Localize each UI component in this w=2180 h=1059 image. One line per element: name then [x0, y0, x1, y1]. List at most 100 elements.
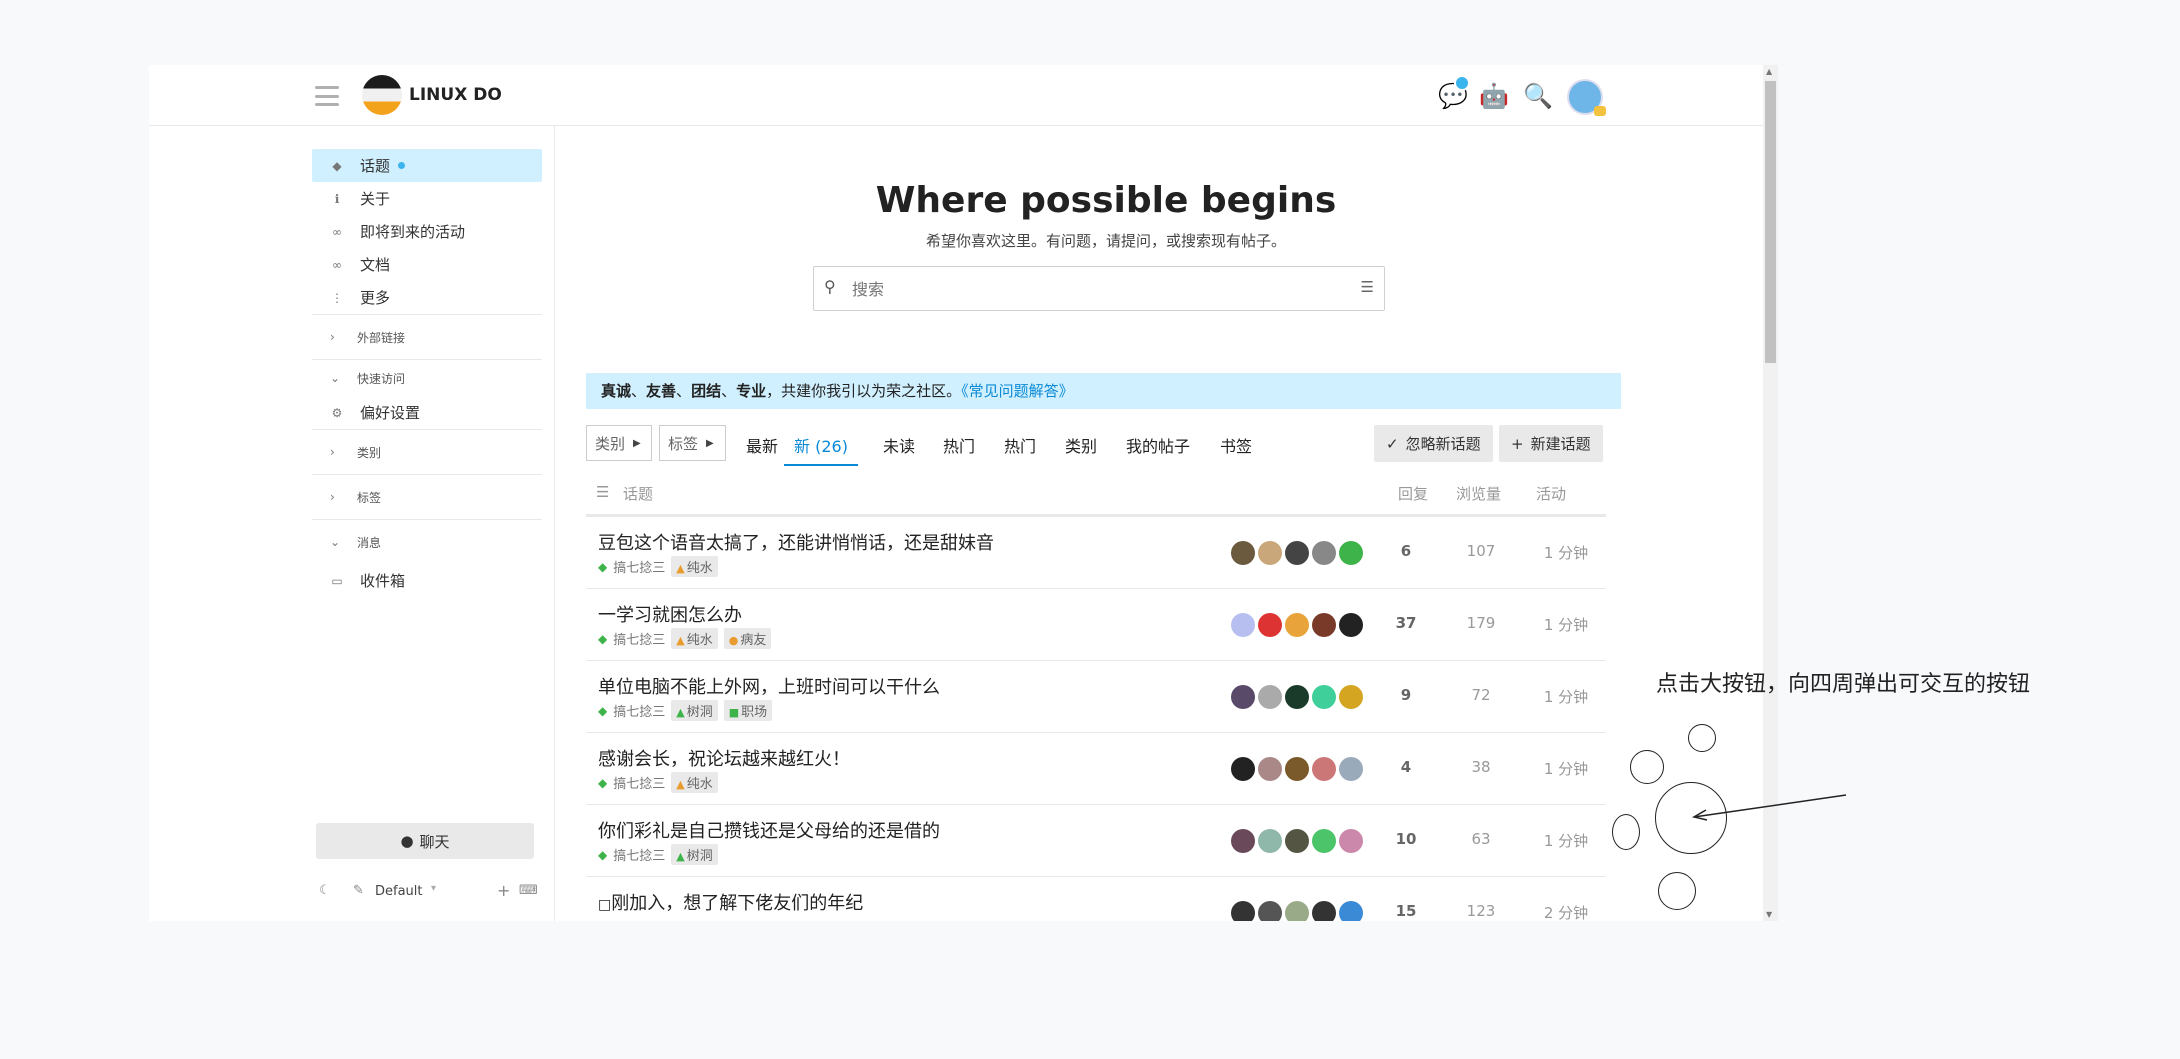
table-row[interactable]: 一学习就困怎么办 ◆ 搞七捻三 ▲ 纯水 ● 病友 37 179 1 分钟 — [586, 589, 1606, 661]
avatar[interactable] — [1258, 541, 1282, 565]
header-replies[interactable]: 回复 — [1398, 483, 1428, 504]
avatar[interactable] — [1312, 541, 1336, 565]
tab-my-posts[interactable]: 我的帖子 — [1126, 433, 1190, 457]
topic-tag[interactable]: ▲ 纯水 — [671, 772, 718, 793]
dismiss-new-button[interactable]: ✓ 忽略新话题 — [1374, 425, 1493, 462]
faq-link[interactable]: 《常见问题解答》 — [961, 382, 1074, 400]
scroll-up-arrow-icon[interactable]: ▲ — [1766, 67, 1772, 76]
user-avatar[interactable] — [1567, 79, 1606, 116]
avatar[interactable] — [1258, 901, 1282, 921]
topic-category[interactable]: 搞七捻三 — [613, 557, 665, 576]
topic-tag[interactable]: ▲ 纯水 — [671, 628, 718, 649]
topic-title[interactable]: 你们彩礼是自己攒钱还是父母给的还是借的 — [598, 817, 940, 843]
avatar[interactable] — [1231, 901, 1255, 921]
topic-title[interactable]: □刚加入，想了解下佬友们的年纪 — [598, 889, 863, 915]
avatar[interactable] — [1285, 901, 1309, 921]
avatar[interactable] — [1258, 757, 1282, 781]
topic-category[interactable]: 搞七捻三 — [613, 845, 665, 864]
tab-unread[interactable]: 未读 — [883, 433, 915, 457]
tab-categories[interactable]: 类别 — [1065, 433, 1097, 457]
sidebar-section-external[interactable]: › 外部链接 — [312, 314, 542, 359]
topic-activity[interactable]: 2 分钟 — [1516, 902, 1616, 921]
topic-activity[interactable]: 1 分钟 — [1516, 686, 1616, 707]
avatar[interactable] — [1312, 901, 1336, 921]
checkbox-icon[interactable]: □ — [598, 897, 611, 913]
plus-icon[interactable]: + — [497, 881, 510, 900]
new-topic-button[interactable]: + 新建话题 — [1499, 425, 1603, 462]
chat-button[interactable]: ● 聊天 — [316, 823, 534, 859]
moon-icon[interactable]: ☾ — [319, 883, 331, 898]
topic-title[interactable]: 感谢会长，祝论坛越来越红火！ — [598, 745, 850, 771]
tab-top[interactable]: 热门 — [1004, 433, 1036, 457]
avatar[interactable] — [1258, 829, 1282, 853]
table-row[interactable]: 你们彩礼是自己攒钱还是父母给的还是借的 ◆ 搞七捻三 ▲ 树洞 10 63 1 分钟 — [586, 805, 1606, 877]
tab-latest[interactable]: 最新 — [746, 433, 778, 457]
avatar[interactable] — [1285, 685, 1309, 709]
avatar[interactable] — [1285, 829, 1309, 853]
scrollbar-thumb[interactable] — [1765, 81, 1776, 363]
chat-bubble-icon[interactable]: 💬 — [1438, 75, 1470, 111]
topic-activity[interactable]: 1 分钟 — [1516, 542, 1616, 563]
header-activity[interactable]: 活动 — [1536, 483, 1566, 504]
tab-hot[interactable]: 热门 — [943, 433, 975, 457]
sidebar-section-quick[interactable]: ⌄ 快速访问 — [312, 359, 542, 396]
tag-dropdown[interactable]: 标签 ▶ — [659, 425, 726, 461]
sidebar-item-preferences[interactable]: ⚙ 偏好设置 — [312, 396, 542, 429]
sidebar-item-topics[interactable]: ◆ 话题 — [312, 149, 542, 182]
table-row[interactable]: □刚加入，想了解下佬友们的年纪 15 123 2 分钟 — [586, 877, 1606, 921]
topic-activity[interactable]: 1 分钟 — [1516, 614, 1616, 635]
sidebar-section-tags[interactable]: › 标签 — [312, 474, 542, 519]
avatar[interactable] — [1312, 685, 1336, 709]
topic-category[interactable]: 搞七捻三 — [613, 701, 665, 720]
avatar[interactable] — [1339, 685, 1363, 709]
topic-tag[interactable]: ▲ 纯水 — [671, 556, 718, 577]
search-icon[interactable]: 🔍 — [1523, 81, 1553, 111]
sidebar-item-more[interactable]: ⋮ 更多 — [312, 281, 542, 314]
filter-sliders-icon[interactable]: ☰ — [1361, 278, 1374, 296]
avatar[interactable] — [1258, 613, 1282, 637]
scroll-down-arrow-icon[interactable]: ▼ — [1766, 910, 1772, 919]
avatar[interactable] — [1231, 757, 1255, 781]
sidebar-section-messages[interactable]: ⌄ 消息 — [312, 519, 542, 564]
avatar[interactable] — [1339, 829, 1363, 853]
topic-title[interactable]: 豆包这个语音太搞了，还能讲悄悄话，还是甜妹音 — [598, 529, 994, 555]
topic-tag[interactable]: ▲ 树洞 — [671, 700, 718, 721]
tab-bookmarks[interactable]: 书签 — [1220, 433, 1252, 457]
hero-search-box[interactable]: ⚲ ☰ — [813, 266, 1385, 311]
avatar[interactable] — [1285, 613, 1309, 637]
avatar[interactable] — [1285, 541, 1309, 565]
sidebar-section-categories[interactable]: › 类别 — [312, 429, 542, 474]
avatar[interactable] — [1339, 901, 1363, 921]
topic-activity[interactable]: 1 分钟 — [1516, 758, 1616, 779]
avatar[interactable] — [1231, 685, 1255, 709]
robot-icon[interactable]: 🤖 — [1479, 81, 1509, 111]
category-dropdown[interactable]: 类别 ▶ — [586, 425, 652, 461]
keyboard-icon[interactable]: ⌨ — [519, 883, 538, 898]
avatar[interactable] — [1339, 613, 1363, 637]
avatar[interactable] — [1285, 757, 1309, 781]
table-row[interactable]: 单位电脑不能上外网，上班时间可以干什么 ◆ 搞七捻三 ▲ 树洞 ■ 职场 9 72 1 分… — [586, 661, 1606, 733]
sidebar-item-inbox[interactable]: ▭ 收件箱 — [312, 564, 542, 597]
topic-title[interactable]: 单位电脑不能上外网，上班时间可以干什么 — [598, 673, 940, 699]
table-row[interactable]: 豆包这个语音太搞了，还能讲悄悄话，还是甜妹音 ◆ 搞七捻三 ▲ 纯水 6 107 1 … — [586, 517, 1606, 589]
avatar[interactable] — [1312, 613, 1336, 637]
search-input[interactable] — [850, 275, 1334, 303]
avatar[interactable] — [1339, 541, 1363, 565]
topic-category[interactable]: 搞七捻三 — [613, 773, 665, 792]
theme-selector[interactable]: Default — [375, 884, 423, 899]
sidebar-item-events[interactable]: ∞ 即将到来的活动 — [312, 215, 542, 248]
topic-tag[interactable]: ■ 职场 — [723, 700, 773, 721]
avatar[interactable] — [1258, 685, 1282, 709]
site-brand-name[interactable]: LINUX DO — [409, 85, 502, 105]
sidebar-item-docs[interactable]: ∞ 文档 — [312, 248, 542, 281]
topic-tag[interactable]: ● 病友 — [723, 628, 772, 649]
tab-new[interactable]: 新 (26) — [784, 433, 858, 466]
avatar[interactable] — [1339, 757, 1363, 781]
avatar[interactable] — [1312, 829, 1336, 853]
header-views[interactable]: 浏览量 — [1456, 483, 1501, 504]
sidebar-item-about[interactable]: ℹ 关于 — [312, 182, 542, 215]
list-icon[interactable]: ☰ — [596, 483, 609, 501]
hamburger-menu-icon[interactable] — [315, 86, 339, 106]
topic-tag[interactable]: ▲ 树洞 — [671, 844, 718, 865]
topic-title[interactable]: 一学习就困怎么办 — [598, 601, 742, 627]
